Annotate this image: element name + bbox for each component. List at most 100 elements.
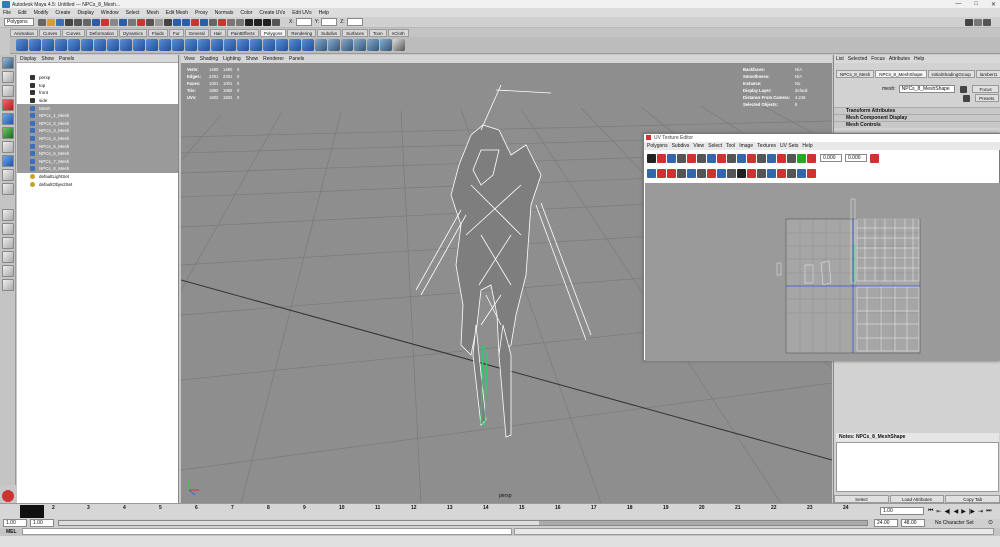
outliner-item[interactable]: defaultObjectSet [17, 180, 178, 188]
uv-sew-icon[interactable] [687, 153, 696, 163]
viewport-menu-panels[interactable]: Panels [289, 56, 304, 62]
poly-helix-icon[interactable] [133, 39, 145, 51]
uv-align-icon[interactable] [717, 153, 726, 163]
boolean-intersection-icon[interactable] [237, 39, 249, 51]
step-back-key-icon[interactable]: ⇤ [936, 508, 941, 515]
rotate-tool-icon[interactable] [2, 113, 14, 125]
ae-copy-tab-button[interactable]: Copy Tab [945, 494, 1000, 503]
shelf-tab-polygons[interactable]: Polygons [259, 28, 287, 37]
ae-section-mesh-component-display[interactable]: Mesh Component Display [834, 114, 1000, 121]
uv-texture-borders-icon[interactable] [757, 153, 766, 163]
extrude-icon[interactable] [315, 39, 327, 51]
render-settings-icon[interactable] [263, 18, 271, 26]
layout-four-icon[interactable] [2, 223, 14, 235]
outliner-item[interactable]: side [17, 97, 178, 105]
outliner-item[interactable]: NPCs_5_Mesh [17, 142, 178, 150]
select-object-icon[interactable] [74, 18, 82, 26]
maximize-button[interactable]: □ [974, 1, 978, 8]
uv-menu-view[interactable]: View [693, 143, 704, 149]
shelf-tab-toon[interactable]: Toon [368, 28, 387, 37]
outliner-item[interactable]: NPCs_2_Mesh [17, 119, 178, 128]
ae-tab-material[interactable]: lambert1 [975, 70, 1000, 78]
uv-lattice-icon[interactable] [767, 168, 776, 178]
outliner-menu-panels[interactable]: Panels [59, 56, 74, 62]
triangulate-icon[interactable] [289, 39, 301, 51]
time-slider[interactable]: 2 3 4 5 6 7 8 9 10 11 12 13 14 15 16 17 … [0, 503, 1000, 519]
menu-select[interactable]: Select [126, 10, 140, 16]
ae-menu-list[interactable]: List [836, 56, 844, 62]
mode-select[interactable]: Polygons [4, 18, 34, 26]
universal-manip-icon[interactable] [2, 141, 14, 153]
character-wireframe[interactable] [415, 84, 592, 438]
uv-menu-image[interactable]: Image [739, 143, 753, 149]
menu-edit-mesh[interactable]: Edit Mesh [166, 10, 188, 16]
uv-cut-icon[interactable] [677, 153, 686, 163]
menu-window[interactable]: Window [101, 10, 119, 16]
poly-sphere-icon[interactable] [16, 39, 28, 51]
outliner-item[interactable]: NPCs_6_Mesh [17, 149, 178, 158]
range-slider-handle[interactable] [59, 521, 539, 525]
ae-notes-field[interactable] [836, 442, 999, 492]
maya-script-editor-icon[interactable] [2, 490, 14, 502]
uv-normalize-icon[interactable] [697, 168, 706, 178]
select-rendering-icon[interactable] [146, 18, 154, 26]
uv-select-shell-icon[interactable] [747, 168, 756, 178]
uv-filter-icon[interactable] [787, 153, 796, 163]
render-frame-icon[interactable] [245, 18, 253, 26]
bridge-icon[interactable] [328, 39, 340, 51]
uv-shaded-icon[interactable] [747, 153, 756, 163]
shelf-tab-fur[interactable]: Fur [168, 28, 184, 37]
save-scene-icon[interactable] [56, 18, 64, 26]
uv-snapshot-icon[interactable] [727, 153, 736, 163]
layout-single-icon[interactable] [2, 209, 14, 221]
close-button[interactable]: ✕ [991, 1, 996, 8]
shelf-tab-subdivs[interactable]: Subdivs [317, 28, 342, 37]
outliner-item[interactable]: top [17, 82, 178, 90]
select-surfaces-icon[interactable] [119, 18, 127, 26]
uv-canvas[interactable] [645, 183, 1000, 361]
outliner-item[interactable]: front [17, 89, 178, 97]
uv-layout-icon[interactable] [697, 153, 706, 163]
outliner-item[interactable]: persp [17, 74, 178, 82]
shelf-tab-curves-2[interactable]: Curves [62, 28, 85, 37]
minimize-button[interactable]: — [955, 1, 961, 8]
lasso-tool-icon[interactable] [2, 71, 14, 83]
smooth-icon[interactable] [250, 39, 262, 51]
new-scene-icon[interactable] [38, 18, 46, 26]
poly-pipe-icon[interactable] [120, 39, 132, 51]
menu-mesh[interactable]: Mesh [147, 10, 159, 16]
uv-value-field-1[interactable]: 0.000 [820, 154, 842, 162]
select-curves-icon[interactable] [110, 18, 118, 26]
output-ops-icon[interactable] [236, 18, 244, 26]
separate-icon[interactable] [185, 39, 197, 51]
ae-section-mesh-controls[interactable]: Mesh Controls [834, 121, 1000, 128]
go-to-end-icon[interactable]: ⏭ [986, 508, 991, 515]
select-dynamics-icon[interactable] [137, 18, 145, 26]
show-channel-box-icon[interactable] [974, 18, 982, 26]
x-field[interactable] [295, 18, 312, 26]
viewport-menu-show[interactable]: Show [246, 56, 259, 62]
ae-tab-shape[interactable]: NPCs_8_MeshShape [875, 70, 927, 78]
uv-menu-select[interactable]: Select [708, 143, 722, 149]
uv-copy-icon[interactable] [777, 168, 786, 178]
outliner-menu-show[interactable]: Show [41, 56, 54, 62]
show-attribute-editor-icon[interactable] [965, 18, 973, 26]
soft-mod-icon[interactable] [2, 155, 14, 167]
append-polygon-icon[interactable] [341, 39, 353, 51]
select-tool-icon[interactable] [2, 57, 14, 69]
end-time-field[interactable]: 48.00 [901, 519, 925, 527]
mel-input[interactable] [22, 528, 512, 535]
viewport-menu-lighting[interactable]: Lighting [223, 56, 241, 62]
menu-edit-uvs[interactable]: Edit UVs [292, 10, 311, 16]
character-set-select[interactable]: No Character Set [935, 520, 974, 526]
uv-isolate-icon[interactable] [737, 153, 746, 163]
uv-swap-icon[interactable] [807, 168, 816, 178]
play-forward-icon[interactable]: ▶ [961, 508, 966, 515]
uv-pin-icon[interactable] [707, 168, 716, 178]
uv-paste-icon[interactable] [787, 168, 796, 178]
layout-persp-graph-icon[interactable] [2, 251, 14, 263]
menu-normals[interactable]: Normals [215, 10, 234, 16]
outliner-item[interactable]: defaultLightSet [17, 173, 178, 181]
input-ops-icon[interactable] [227, 18, 235, 26]
select-handles-icon[interactable] [92, 18, 100, 26]
